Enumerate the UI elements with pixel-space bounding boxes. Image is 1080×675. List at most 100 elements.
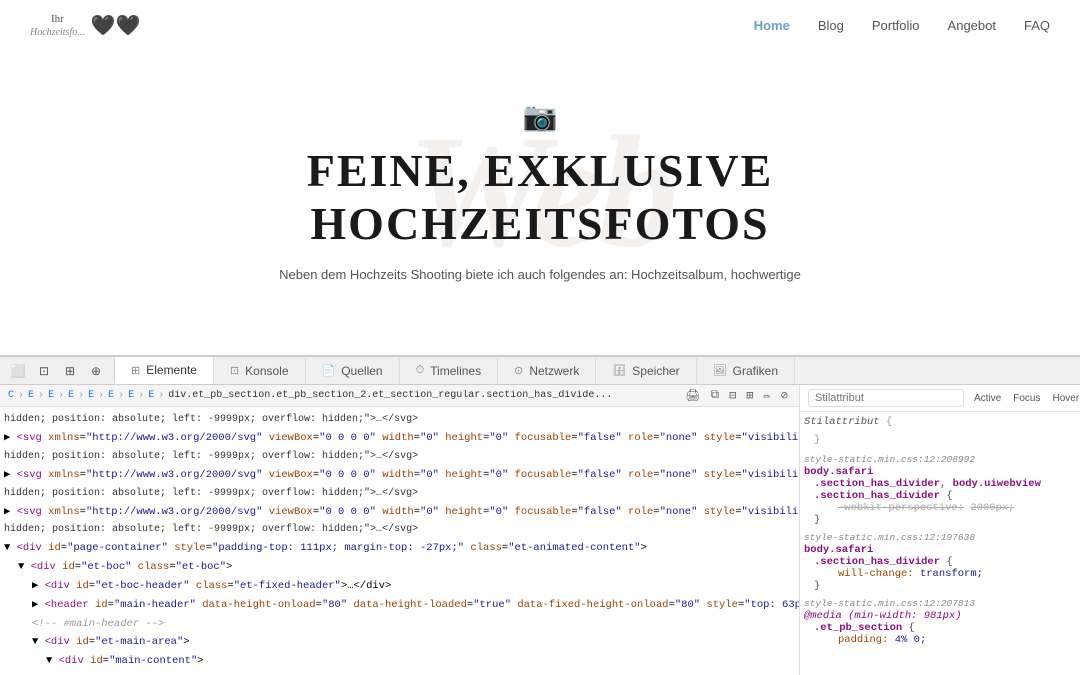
nav-links: Home Blog Portfolio Angebot FAQ (754, 18, 1050, 33)
tab-grafiken-label: Grafiken (733, 364, 778, 378)
tree-line: hidden; position: absolute; left: -9999p… (0, 521, 799, 539)
print-icon[interactable]: 🖨 (682, 388, 703, 403)
styles-content[interactable]: Stilattribut { } style-static.min.css:12… (800, 412, 1080, 675)
tree-line: ▶ <header id="main-header" data-height-o… (0, 596, 799, 615)
tree-line: ▼ <div id="et-boc" class="et-boc"> (0, 558, 799, 577)
tab-konsole[interactable]: ⊡ Konsole (214, 358, 306, 384)
camera-icon: 📷 (523, 100, 558, 133)
grafiken-tab-icon: 🖼 (713, 364, 727, 377)
style-prop-will-change: will-change: transform; (804, 568, 1076, 580)
focus-state-btn[interactable]: Focus (1009, 392, 1044, 405)
hero-title: FEINE, EXKLUSIVE HOCHZEITSFOTOS (307, 145, 774, 251)
devtools-panel: ⬜ ⊡ ⊞ ⊕ ⊞ Elemente ⊡ Konsole 📄 Quellen ⏱… (0, 355, 1080, 675)
tree-line: hidden; position: absolute; left: -9999p… (0, 485, 799, 503)
pointer-icon[interactable]: ⊡ (32, 359, 56, 383)
nav-link-angebot[interactable]: Angebot (948, 18, 996, 33)
tree-line: ▼ <div id="main-content"> (0, 652, 799, 669)
style-rule-source-2: style-static.min.css:12:197638 (804, 532, 1076, 544)
bc-e7[interactable]: E (148, 390, 154, 401)
tab-quellen[interactable]: 📄 Quellen (306, 358, 400, 384)
speicher-tab-icon: 🗄 (612, 364, 626, 377)
devtools-tabs: ⬜ ⊡ ⊞ ⊕ ⊞ Elemente ⊡ Konsole 📄 Quellen ⏱… (0, 357, 1080, 385)
logo-text-line2: Hochzeitsfo... (30, 26, 85, 39)
filter-icon[interactable]: ⊘ (778, 388, 791, 403)
site-logo: Ihr Hochzeitsfo... 🖤🖤 (30, 12, 141, 39)
hover-state-btn[interactable]: Hover (1048, 392, 1080, 405)
tab-netzwerk-label: Netzwerk (529, 364, 579, 378)
tree-line: hidden; position: absolute; left: -9999p… (0, 448, 799, 466)
tab-netzwerk[interactable]: ⊙ Netzwerk (498, 358, 596, 384)
media-rule-3: @media (min-width: 981px) (804, 610, 1076, 622)
inspector-icon[interactable]: ⬜ (6, 359, 30, 383)
style-prop-padding: padding: 4% 0; (804, 634, 1076, 646)
tab-speicher-label: Speicher (632, 364, 679, 378)
hero-title-line2: HOCHZEITSFOTOS (307, 198, 774, 251)
timelines-tab-icon: ⏱ (416, 364, 425, 377)
style-rule-source-3: style-static.min.css:12:207813 (804, 598, 1076, 610)
nav-link-home[interactable]: Home (754, 18, 790, 33)
nav-link-blog[interactable]: Blog (818, 18, 844, 33)
bc-c1[interactable]: C (8, 390, 14, 401)
styles-state-buttons: Active Focus Hover Visited (970, 391, 1080, 406)
stilattribut-label: Stilattribut { (804, 416, 1076, 428)
tree-line: ▶ <svg xmlns="http://www.w3.org/2000/svg… (0, 466, 799, 485)
style-prop-webkit: -webkit-perspective: 2000px; (804, 502, 1076, 514)
style-rule-2: style-static.min.css:12:197638 body.safa… (804, 532, 1076, 592)
layout2-icon[interactable]: ⊞ (743, 388, 756, 403)
layout1-icon[interactable]: ⊟ (726, 388, 739, 403)
nav-link-faq[interactable]: FAQ (1024, 18, 1050, 33)
bc-e3[interactable]: E (68, 390, 74, 401)
elemente-tab-icon: ⊞ (131, 364, 140, 377)
logo-text-line1: Ihr (30, 12, 85, 26)
stilattribut-block: } (804, 434, 1076, 446)
hero-subtitle: Neben dem Hochzeits Shooting biete ich a… (279, 267, 801, 282)
bc-e1[interactable]: E (28, 390, 34, 401)
active-state-btn[interactable]: Active (970, 392, 1005, 405)
breadcrumb-bar: C› E› E› E› E› E› E› E› div.et_pb_sectio… (0, 385, 799, 407)
bc-e4[interactable]: E (88, 390, 94, 401)
tree-line: hidden; position: absolute; left: -9999p… (0, 411, 799, 429)
html-panel: C› E› E› E› E› E› E› E› div.et_pb_sectio… (0, 385, 800, 675)
pencil-icon[interactable]: ✏ (761, 388, 774, 403)
nav-link-portfolio[interactable]: Portfolio (872, 18, 920, 33)
tab-grafiken[interactable]: 🖼 Grafiken (697, 358, 795, 384)
style-brace-close-1: } (804, 514, 1076, 526)
styles-filter-input[interactable] (808, 389, 964, 407)
tab-elemente-label: Elemente (146, 363, 197, 377)
style-sub-selector-1b: .section_has_divider { (804, 490, 1076, 502)
tab-quellen-label: Quellen (341, 364, 382, 378)
style-selector-2: body.safari (804, 544, 1076, 556)
style-sub-selector-1a: .section_has_divider, body.uiwebview (804, 478, 1076, 490)
styles-filter-bar: Active Focus Hover Visited (800, 385, 1080, 412)
hero-title-line1: FEINE, EXKLUSIVE (307, 145, 774, 198)
tab-timelines[interactable]: ⏱ Timelines (400, 358, 499, 384)
bc-current: div.et_pb_section.et_pb_section_2.et_sec… (168, 390, 612, 401)
add-icon[interactable]: ⊕ (84, 359, 108, 383)
responsive-icon[interactable]: ⊞ (58, 359, 82, 383)
tree-line: <!-- #main-header --> (0, 615, 799, 634)
tab-elemente[interactable]: ⊞ Elemente (115, 357, 214, 385)
devtools-content: C› E› E› E› E› E› E› E› div.et_pb_sectio… (0, 385, 1080, 675)
style-rule-3: style-static.min.css:12:207813 @media (m… (804, 598, 1076, 646)
website-preview: Ihr Hochzeitsfo... 🖤🖤 Home Blog Portfoli… (0, 0, 1080, 355)
konsole-tab-icon: ⊡ (230, 364, 239, 377)
html-tree[interactable]: hidden; position: absolute; left: -9999p… (0, 407, 799, 669)
bc-e2[interactable]: E (48, 390, 54, 401)
style-sub-selector-3a: .et_pb_section { (804, 622, 1076, 634)
quellen-tab-icon: 📄 (322, 364, 336, 377)
copy-icon[interactable]: ⧉ (707, 388, 722, 403)
styles-panel: Active Focus Hover Visited Stilattribut … (800, 385, 1080, 675)
style-sub-selector-2a: .section_has_divider { (804, 556, 1076, 568)
style-brace-close-2: } (804, 580, 1076, 592)
tree-line: ▼ <div id="page-container" style="paddin… (0, 539, 799, 558)
hero-area: Web 📷 FEINE, EXKLUSIVE HOCHZEITSFOTOS Ne… (0, 51, 1080, 331)
tree-line: ▶ <svg xmlns="http://www.w3.org/2000/svg… (0, 429, 799, 448)
tree-line: ▶ <svg xmlns="http://www.w3.org/2000/svg… (0, 503, 799, 522)
breadcrumb-actions: 🖨 ⧉ ⊟ ⊞ ✏ ⊘ (682, 388, 791, 403)
tab-speicher[interactable]: 🗄 Speicher (596, 358, 696, 384)
bc-e5[interactable]: E (108, 390, 114, 401)
bc-e6[interactable]: E (128, 390, 134, 401)
style-rule-source-1: style-static.min.css:12:208992 (804, 454, 1076, 466)
tree-line: ▶ <div id="et-boc-header" class="et-fixe… (0, 577, 799, 596)
logo-hearts: 🖤🖤 (91, 13, 141, 38)
